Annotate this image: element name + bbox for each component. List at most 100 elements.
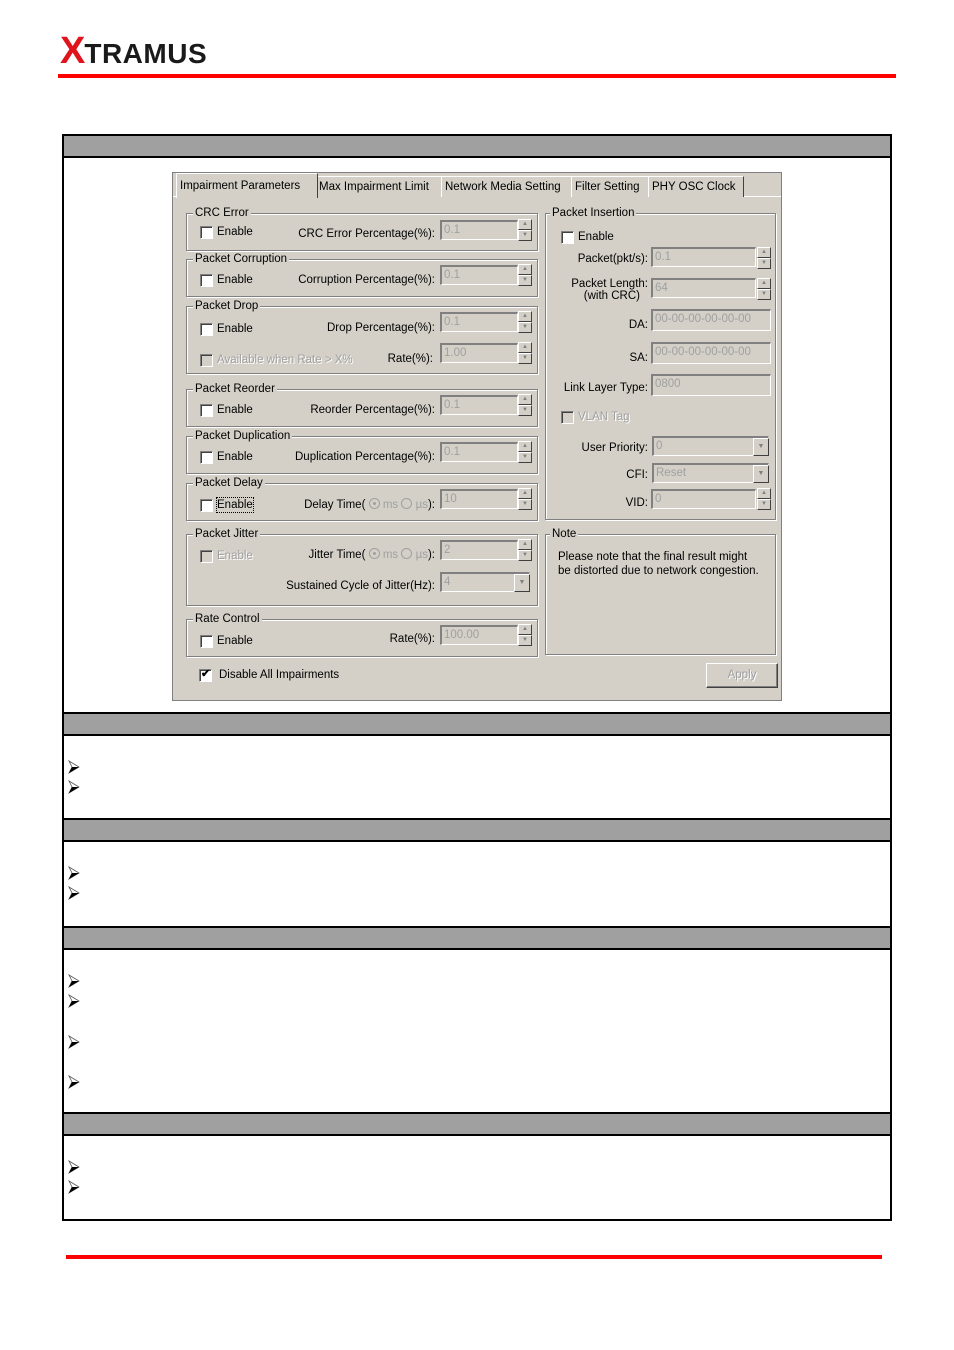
xtramus-logo: XTRAMUS [60, 32, 207, 73]
logo-text: TRAMUS [84, 38, 208, 69]
corruption-spinner[interactable]: ▲ ▼ [518, 264, 532, 286]
spin-down-icon[interactable]: ▼ [518, 230, 532, 241]
footer-divider [66, 1255, 882, 1259]
sa-input[interactable]: 00-00-00-00-00-00 [651, 342, 771, 364]
chevron-down-icon[interactable]: ▼ [753, 438, 769, 456]
spin-up-icon[interactable]: ▲ [757, 247, 771, 258]
drop-rate-spinner[interactable]: ▲ ▼ [518, 342, 532, 364]
link-layer-type-input[interactable]: 0800 [651, 374, 771, 396]
rate-control-spinner[interactable]: ▲ ▼ [518, 624, 532, 646]
note-text-line: be distorted due to network congestion. [558, 565, 759, 577]
spin-up-icon[interactable]: ▲ [518, 441, 532, 452]
disable-all-impairments-checkbox[interactable]: ✔ [199, 668, 212, 682]
spin-down-icon[interactable]: ▼ [757, 289, 771, 300]
packet-length-input[interactable]: 64 [651, 278, 756, 298]
crc-error-percentage-label: CRC Error Percentage(%): [298, 228, 435, 240]
packet-reorder-enable-checkbox[interactable] [200, 404, 213, 417]
section-header-bar [64, 134, 890, 158]
spin-down-icon[interactable]: ▼ [757, 258, 771, 269]
rate-control-label: Rate(%): [389, 633, 435, 645]
jitter-us-radio[interactable] [401, 548, 413, 559]
vlan-tag-checkbox[interactable] [561, 411, 574, 424]
available-when-rate-checkbox[interactable] [200, 354, 213, 367]
delay-spinner[interactable]: ▲ ▼ [518, 488, 532, 510]
tab-filter-setting[interactable]: Filter Setting [571, 176, 651, 197]
section-header-bar [64, 712, 890, 736]
vlan-tag-label: VLAN Tag [578, 411, 630, 423]
reorder-spinner[interactable]: ▲ ▼ [518, 394, 532, 416]
packet-corruption-enable-checkbox[interactable] [200, 274, 213, 287]
drop-rate-input[interactable]: 1.00 [440, 343, 518, 363]
spin-up-icon[interactable]: ▲ [518, 342, 532, 353]
drop-percentage-input[interactable]: 0.1 [440, 312, 518, 332]
spin-up-icon[interactable]: ▲ [518, 219, 532, 230]
spin-up-icon[interactable]: ▲ [518, 394, 532, 405]
spin-up-icon[interactable]: ▲ [757, 278, 771, 289]
arrow-bullet-icon [68, 994, 80, 1008]
spin-down-icon[interactable]: ▼ [518, 275, 532, 286]
spin-up-icon[interactable]: ▲ [518, 264, 532, 275]
packet-duplication-enable-checkbox[interactable] [200, 451, 213, 464]
arrow-bullet-icon [68, 1180, 80, 1194]
arrow-bullet-icon [68, 974, 80, 988]
jitter-cycle-label: Sustained Cycle of Jitter(Hz): [286, 580, 435, 592]
spin-down-icon[interactable]: ▼ [518, 353, 532, 364]
delay-ms-radio[interactable] [368, 498, 380, 509]
tab-strip: Impairment Parameters Max Impairment Lim… [173, 173, 781, 198]
vid-spinner[interactable]: ▲ ▼ [757, 488, 771, 510]
arrow-bullet-icon [68, 1035, 80, 1049]
enable-label: Enable [217, 226, 253, 238]
tab-phy-osc-clock[interactable]: PHY OSC Clock [648, 176, 744, 197]
packet-drop-enable-checkbox[interactable] [200, 323, 213, 336]
packet-delay-enable-checkbox[interactable] [200, 499, 213, 512]
spin-up-icon[interactable]: ▲ [518, 539, 532, 550]
spin-up-icon[interactable]: ▲ [518, 624, 532, 635]
packet-length-spinner[interactable]: ▲ ▼ [757, 278, 771, 300]
tab-network-media-setting[interactable]: Network Media Setting [441, 176, 574, 197]
jitter-ms-radio[interactable] [368, 548, 380, 559]
rate-control-input[interactable]: 100.00 [440, 625, 518, 645]
jitter-time-input[interactable]: 2 [440, 540, 518, 560]
crc-error-enable-checkbox[interactable] [200, 226, 213, 239]
arrow-bullet-icon [68, 866, 80, 880]
drop-spinner[interactable]: ▲ ▼ [518, 311, 532, 333]
spin-down-icon[interactable]: ▼ [518, 405, 532, 416]
spin-down-icon[interactable]: ▼ [518, 322, 532, 333]
spin-up-icon[interactable]: ▲ [518, 311, 532, 322]
spin-down-icon[interactable]: ▼ [518, 550, 532, 561]
duplication-percentage-input[interactable]: 0.1 [440, 442, 518, 462]
apply-button[interactable]: Apply [706, 663, 778, 688]
rate-control-group: Rate Control Enable Rate(%): 100.00 ▲ ▼ [186, 612, 538, 657]
tab-max-impairment-limit[interactable]: Max Impairment Limit [315, 176, 444, 197]
delay-us-radio[interactable] [401, 498, 413, 509]
packet-rate-input[interactable]: 0.1 [651, 247, 756, 267]
duplication-spinner[interactable]: ▲ ▼ [518, 441, 532, 463]
crc-error-group: CRC Error Enable CRC Error Percentage(%)… [186, 206, 538, 251]
user-priority-select[interactable]: 0 [652, 436, 769, 456]
vid-input[interactable]: 0 [651, 489, 756, 509]
tab-impairment-parameters[interactable]: Impairment Parameters [176, 173, 318, 198]
drop-percentage-label: Drop Percentage(%): [326, 322, 435, 334]
packet-insertion-enable-checkbox[interactable] [561, 231, 574, 244]
spin-down-icon[interactable]: ▼ [518, 452, 532, 463]
spin-down-icon[interactable]: ▼ [518, 499, 532, 510]
packet-jitter-enable-checkbox[interactable] [200, 550, 213, 563]
packet-rate-spinner[interactable]: ▲ ▼ [757, 247, 771, 269]
delay-time-label: Delay Time( ms µs): [304, 498, 435, 511]
spin-down-icon[interactable]: ▼ [518, 635, 532, 646]
crc-error-percentage-input[interactable]: 0.1 [440, 220, 518, 240]
delay-time-input[interactable]: 10 [440, 489, 518, 509]
chevron-down-icon[interactable]: ▼ [514, 574, 530, 592]
spin-up-icon[interactable]: ▲ [757, 488, 771, 499]
jitter-spinner[interactable]: ▲ ▼ [518, 539, 532, 561]
cfi-select[interactable]: Reset [652, 463, 769, 483]
spin-up-icon[interactable]: ▲ [518, 488, 532, 499]
corruption-percentage-input[interactable]: 0.1 [440, 265, 518, 285]
da-input[interactable]: 00-00-00-00-00-00 [651, 309, 771, 331]
crc-error-spinner[interactable]: ▲ ▼ [518, 219, 532, 241]
arrow-bullet-icon [68, 760, 80, 774]
reorder-percentage-input[interactable]: 0.1 [440, 395, 518, 415]
spin-down-icon[interactable]: ▼ [757, 499, 771, 510]
rate-control-enable-checkbox[interactable] [200, 635, 213, 648]
chevron-down-icon[interactable]: ▼ [753, 465, 769, 483]
